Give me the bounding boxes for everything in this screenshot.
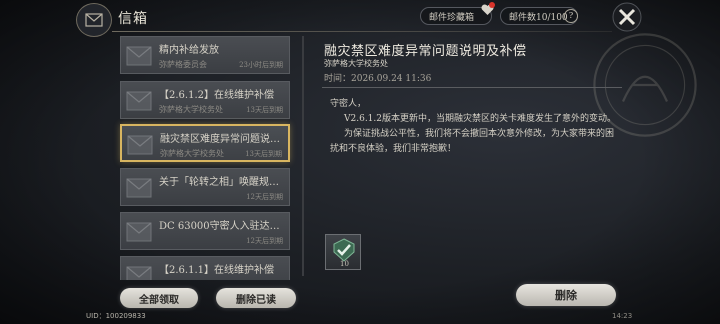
mail-item[interactable]: 关于「轮转之相」唤醒规则… 12天后到期 [120,168,290,206]
claim-all-button[interactable]: 全部领取 [120,288,198,308]
envelope-icon [127,135,153,155]
mail-expiry: 12天后到期 [246,237,283,245]
check-badge-icon [333,238,355,262]
mail-expiry: 12天后到期 [246,193,283,201]
heart-icon [481,2,495,16]
mail-detail-time: 时间：2026.09.24 11:36 [324,74,432,84]
detail-divider [322,87,622,88]
delete-read-button[interactable]: 删除已读 [216,288,296,308]
mail-expiry: 13天后到期 [245,150,282,158]
clock: 14:23 [612,312,633,320]
mail-item[interactable]: 【2.6.1.2】在线维护补偿 弥萨格大学校务处 13天后到期 [120,81,290,119]
mail-list: 精内补给发放 弥萨格委员会 23小时后到期 【2.6.1.2】在线维护补偿 弥萨… [112,34,302,280]
mail-title: DC 63000守密人入驻达… [159,221,280,232]
mail-detail-title: 融灾禁区难度异常问题说明及补偿 [324,44,527,59]
mail-sender: 弥萨格委员会 [159,60,207,69]
notification-dot [489,2,495,8]
mail-item[interactable]: DC 63000守密人入驻达… 12天后到期 [120,212,290,250]
mail-title: 【2.6.1.2】在线维护补偿 [159,90,274,101]
mail-title: 【2.6.1.1】在线维护补偿 [159,265,274,276]
mail-collection-button[interactable]: 邮件珍藏箱 [420,2,495,25]
mail-title: 关于「轮转之相」唤醒规则… [159,177,287,188]
attachment-quantity: 10 [340,260,349,268]
mail-list-scrollbar[interactable] [302,36,304,276]
mail-title: 精内补给发放 [159,45,219,56]
envelope-icon [126,91,152,111]
help-icon[interactable]: ? [564,9,578,23]
mail-detail-body: 守密人， V2.6.1.2版本更新中，当期融灾禁区的关卡难度发生了意外的变动。 … [330,97,620,157]
mail-item[interactable]: 精内补给发放 弥萨格委员会 23小时后到期 [120,36,290,74]
mail-paragraph: V2.6.1.2版本更新中，当期融灾禁区的关卡难度发生了意外的变动。 [344,114,616,124]
header-divider [112,31,612,32]
delete-button[interactable]: 删除 [516,284,616,306]
mail-item-selected[interactable]: 融灾禁区难度异常问题说明… 弥萨格大学校务处 13天后到期 [120,124,290,162]
mail-sender: 弥萨格大学校务处 [159,105,223,114]
mail-expiry: 23小时后到期 [239,61,283,69]
mail-collection-label: 邮件珍藏箱 [429,12,475,23]
close-icon[interactable] [612,2,642,32]
mail-greeting: 守密人， [330,99,367,109]
mail-count-label: 邮件数10/100 [509,12,568,23]
mail-paragraph: 为保证挑战公平性，我们将不会撤回本次意外修改，为大家带来的困扰和不良体验，我们非… [330,129,615,154]
mail-expiry: 13天后到期 [246,106,283,114]
envelope-icon [126,266,152,280]
envelope-icon [126,222,152,242]
mail-title: 融灾禁区难度异常问题说明… [160,134,288,145]
envelope-icon [126,178,152,198]
envelope-icon [126,46,152,66]
mail-emblem-icon [76,3,112,37]
attachment-item[interactable]: 10 [325,234,361,270]
page-title: 信箱 [118,11,148,27]
mail-item[interactable]: 【2.6.1.1】在线维护补偿 [120,256,290,280]
user-id: UID：100209833 [86,312,146,320]
mail-sender: 弥萨格大学校务处 [160,149,224,158]
mail-detail-sender: 弥萨格大学校务处 [324,59,388,68]
